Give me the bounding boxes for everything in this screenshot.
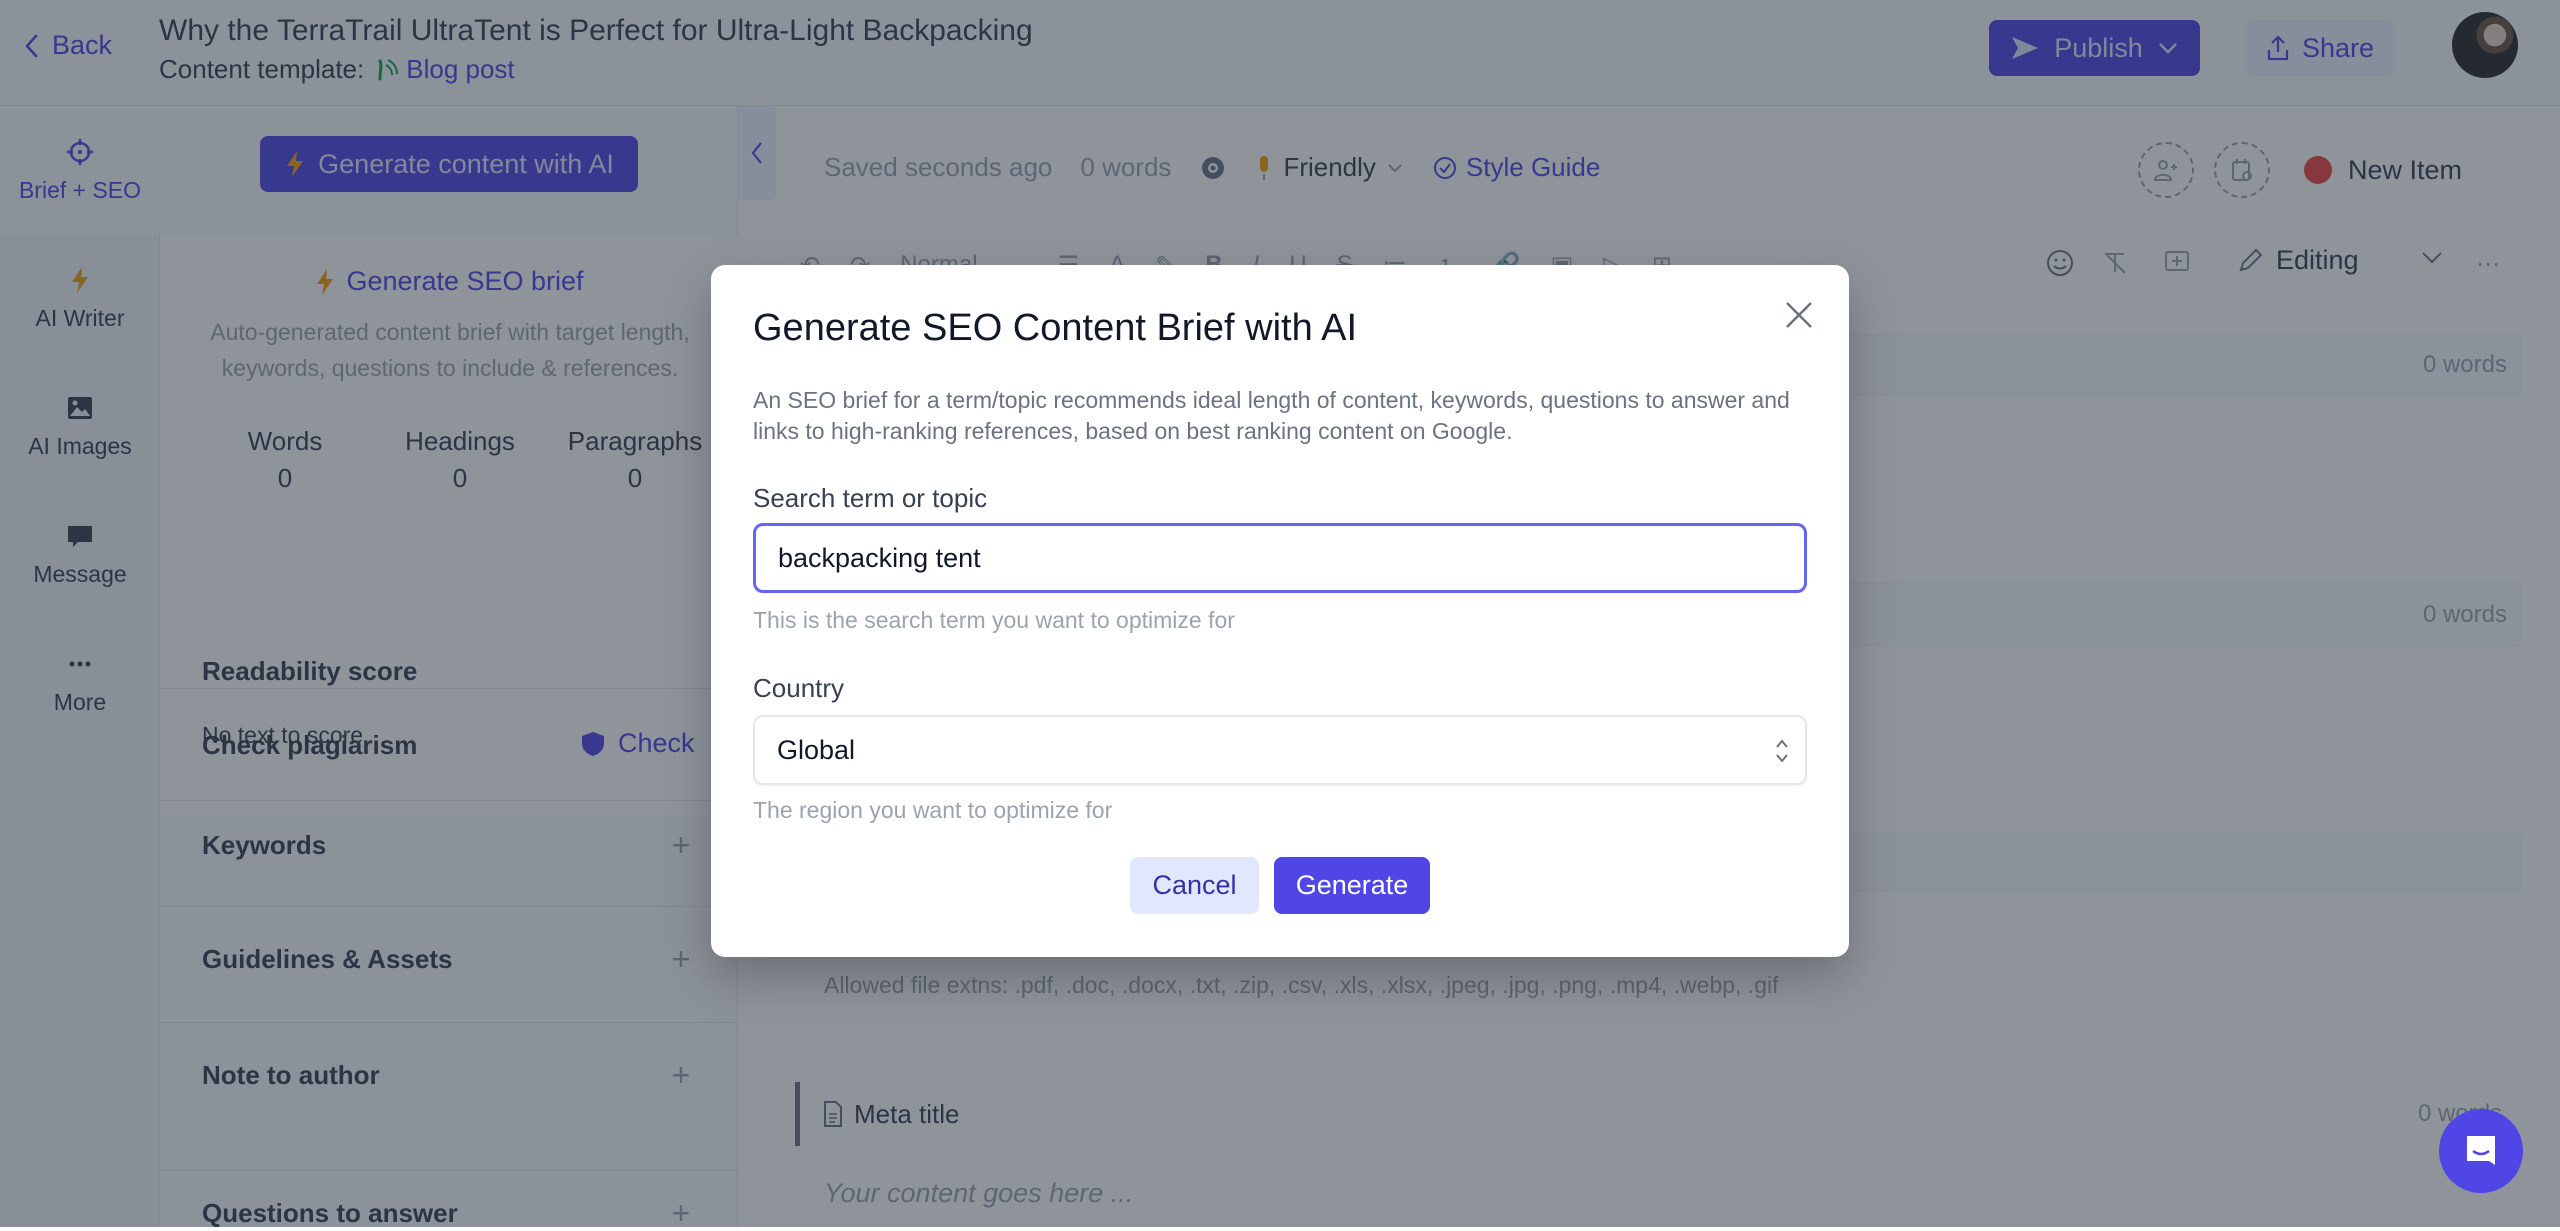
generate-button[interactable]: Generate [1274, 857, 1430, 914]
search-term-label: Search term or topic [753, 483, 988, 513]
chat-icon [2467, 1136, 2495, 1165]
country-select[interactable]: Global [753, 715, 1807, 785]
select-arrows-icon [1776, 739, 1788, 763]
modal-description: An SEO brief for a term/topic recommends… [753, 387, 1790, 444]
close-icon[interactable] [1781, 297, 1817, 333]
seo-brief-modal: Generate SEO Content Brief with AI An SE… [711, 265, 1849, 957]
country-hint: The region you want to optimize for [753, 797, 1113, 823]
search-term-hint: This is the search term you want to opti… [753, 607, 1235, 633]
app-root: Back Why the TerraTrail UltraTent is Per… [0, 0, 2560, 1229]
modal-title: Generate SEO Content Brief with AI [753, 307, 1358, 349]
search-term-input[interactable] [753, 523, 1807, 593]
country-label: Country [753, 673, 845, 703]
cancel-button[interactable]: Cancel [1130, 857, 1259, 914]
chat-support-button[interactable] [2439, 1109, 2523, 1193]
country-value: Global [777, 734, 856, 765]
